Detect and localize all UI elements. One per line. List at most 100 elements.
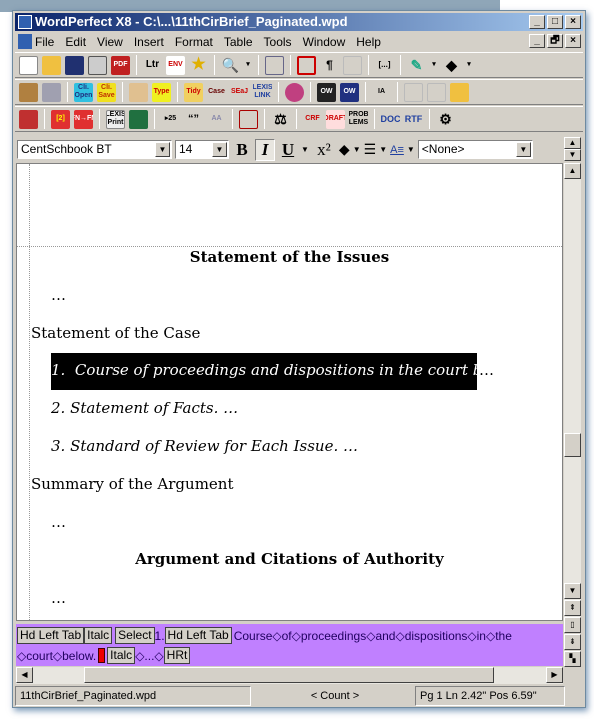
show-codes-icon[interactable]: ¶ — [320, 56, 339, 75]
document-area[interactable]: Statement of the Issues … Statement of t… — [16, 163, 563, 621]
maximize-button[interactable]: □ — [547, 15, 563, 29]
lexis-print-icon[interactable]: LEXIS Print — [106, 109, 125, 129]
table-icon[interactable] — [129, 109, 148, 129]
clip-open-icon[interactable]: Cli. Open — [74, 82, 93, 102]
save-icon[interactable] — [65, 55, 84, 75]
superscript-button[interactable]: x² — [312, 140, 336, 160]
ow-ok-icon[interactable]: OW — [340, 82, 359, 102]
select-icon[interactable] — [265, 55, 284, 75]
propbar-scroll[interactable]: ▲ ▼ — [564, 137, 581, 161]
code-italic-on[interactable]: Italc — [84, 627, 113, 644]
fill-color-icon[interactable]: ◆ — [339, 141, 350, 158]
horizontal-scrollbar[interactable]: ◀ ▶ — [16, 667, 563, 684]
underline-dropdown-icon[interactable]: ▼ — [301, 145, 309, 154]
split-icon[interactable]: ▚ — [564, 651, 581, 667]
block-icon[interactable] — [285, 82, 304, 102]
doc-restore-button[interactable]: 🗗 — [547, 34, 563, 48]
menu-format[interactable]: Format — [175, 35, 213, 49]
chevron-down-icon[interactable]: ▼ — [155, 142, 170, 157]
scales-icon[interactable]: ⚖ — [271, 110, 290, 129]
selected-text[interactable]: 1. Course of proceedings and disposition… — [51, 353, 521, 390]
code-hd-left-tab[interactable]: Hd Left Tab — [17, 627, 85, 644]
doc-minimize-button[interactable]: _ — [529, 34, 545, 48]
style-select[interactable]: <None> ▼ — [417, 140, 533, 159]
highlight-icon[interactable]: ✎ — [407, 56, 426, 75]
export-icon[interactable] — [450, 82, 469, 102]
menu-edit[interactable]: Edit — [65, 35, 86, 49]
print-icon[interactable] — [88, 55, 107, 75]
highlight-dropdown-icon[interactable]: ▾ — [430, 56, 438, 75]
code-select[interactable]: Select — [115, 627, 155, 644]
menu-help[interactable]: Help — [356, 35, 381, 49]
next-page-button[interactable]: ⇟ — [564, 634, 581, 650]
open-icon[interactable] — [42, 55, 61, 75]
macro-open-icon[interactable] — [19, 82, 38, 102]
fill-dropdown-icon[interactable]: ▼ — [353, 145, 361, 154]
tidy-icon[interactable]: Tidy — [184, 82, 203, 102]
ow-icon[interactable]: OW — [317, 82, 336, 102]
scroll-left-button[interactable]: ◀ — [16, 667, 33, 683]
quotes-icon[interactable]: “” — [184, 110, 203, 129]
code-hd-left-tab[interactable]: Hd Left Tab — [164, 627, 232, 644]
zoom-dropdown-icon[interactable]: ▾ — [244, 56, 252, 75]
footnote-number-icon[interactable]: [2] — [51, 109, 70, 129]
scroll-up-button[interactable]: ▲ — [564, 163, 581, 179]
menu-window[interactable]: Window — [303, 35, 346, 49]
insert-page-icon[interactable] — [297, 55, 316, 75]
font-size-select[interactable]: 14 ▼ — [175, 140, 229, 159]
book-icon[interactable] — [19, 109, 38, 129]
scroll-thumb[interactable] — [564, 433, 581, 457]
new-icon[interactable] — [19, 55, 38, 75]
zoom-icon[interactable]: 🔍 — [221, 56, 240, 75]
code-italic-off[interactable]: Italc — [107, 647, 136, 664]
bold-button[interactable]: B — [232, 140, 252, 160]
menu-tools[interactable]: Tools — [264, 35, 292, 49]
chevron-down-icon[interactable]: ▼ — [515, 142, 531, 157]
reveal-codes-pane[interactable]: Hd Left Tab Italc Select 1. Hd Left Tab … — [16, 624, 563, 666]
scroll-right-button[interactable]: ▶ — [546, 667, 563, 683]
lexis-link-icon[interactable]: LEXIS LINK — [253, 83, 272, 102]
chevron-down-icon[interactable]: ▼ — [212, 142, 227, 157]
macro-save-icon[interactable] — [42, 82, 61, 102]
fill-dropdown-icon[interactable]: ▾ — [465, 56, 473, 75]
h-scroll-thumb[interactable] — [84, 667, 494, 683]
menu-insert[interactable]: Insert — [134, 35, 164, 49]
justify-dropdown-icon[interactable]: ▼ — [379, 145, 387, 154]
shape-icon[interactable] — [239, 109, 258, 129]
draft-icon[interactable]: DRAFT — [326, 109, 345, 129]
rtf-export-icon[interactable]: RTF — [404, 110, 423, 129]
font-color-dropdown-icon[interactable]: ▼ — [407, 145, 415, 154]
page-icon[interactable]: ▯ — [564, 617, 581, 633]
code-hard-return[interactable]: HRt — [163, 647, 191, 664]
bracket-icon[interactable]: [...] — [375, 56, 394, 75]
font-color-icon[interactable]: A≡ — [390, 144, 404, 156]
case-icon[interactable]: Case — [207, 83, 226, 102]
fn-to-fn-icon[interactable]: FN→FN — [74, 109, 93, 129]
italic-button[interactable]: I — [255, 138, 275, 161]
scroll-down-button[interactable]: ▼ — [564, 583, 581, 599]
initial-caps-icon[interactable]: IA — [372, 83, 391, 102]
font-select[interactable]: CentSchbook BT ▼ — [17, 140, 172, 159]
justify-icon[interactable]: ☰ — [364, 141, 377, 158]
section-25-icon[interactable]: ▸25 — [161, 110, 180, 129]
problems-icon[interactable]: PROB LEMS — [349, 110, 368, 129]
seaj-icon[interactable]: SEaJ — [230, 83, 249, 102]
menu-table[interactable]: Table — [224, 35, 253, 49]
caps-icon[interactable]: AA — [207, 110, 226, 129]
clip-save-icon[interactable]: Cli. Save — [97, 82, 116, 102]
fill-icon[interactable]: ◆ — [442, 56, 461, 75]
letter-icon[interactable]: Ltr — [143, 56, 162, 75]
doc-export-icon[interactable]: DOC — [381, 110, 400, 129]
pdf-icon[interactable]: PDF — [111, 55, 130, 75]
envelope-icon[interactable]: ENV — [166, 55, 185, 75]
paste-icon[interactable] — [129, 82, 148, 102]
star-icon[interactable]: ★ — [189, 56, 208, 75]
close-button[interactable]: × — [565, 15, 581, 29]
tools-icon[interactable]: ⚙ — [436, 110, 455, 129]
menu-file[interactable]: File — [35, 35, 54, 49]
minimize-button[interactable]: _ — [529, 15, 545, 29]
vertical-scrollbar[interactable]: ▲ ▼ ⇞ ▯ ⇟ ▚ — [564, 163, 581, 667]
status-count[interactable]: < Count > — [253, 686, 413, 706]
underline-button[interactable]: U — [278, 140, 298, 160]
menu-view[interactable]: View — [97, 35, 123, 49]
